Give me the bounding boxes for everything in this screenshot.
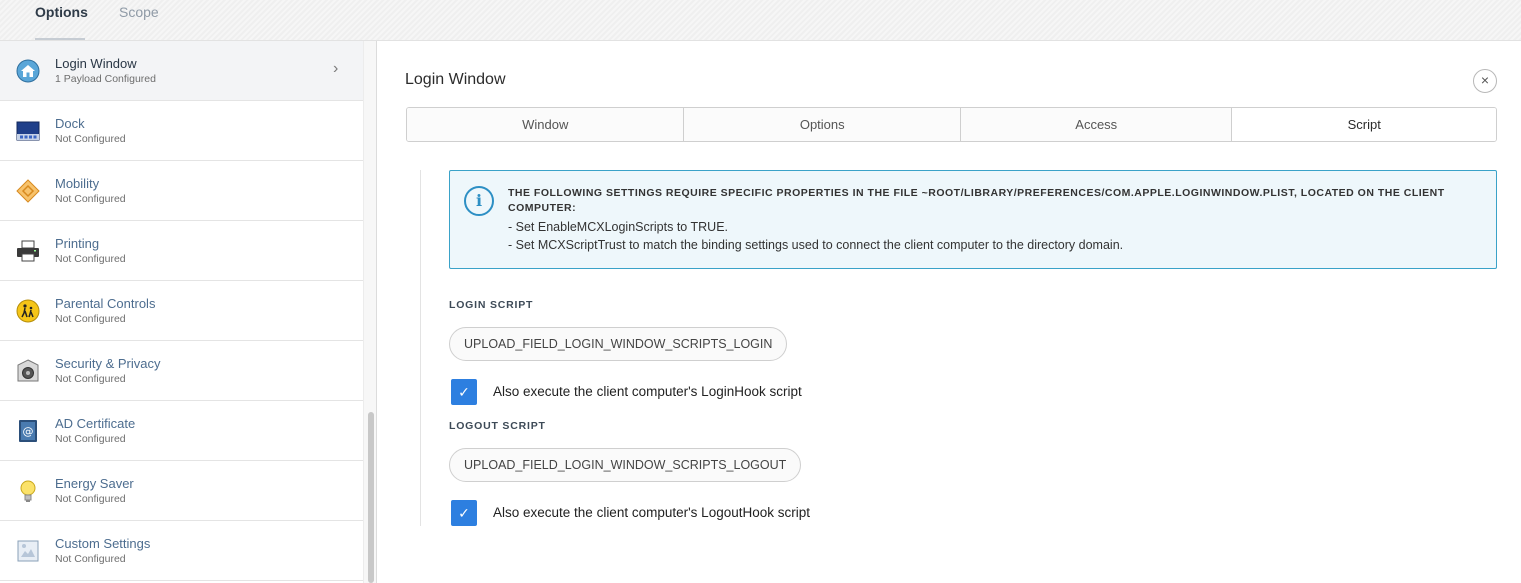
sidebar-item-title: Security & Privacy <box>55 356 161 371</box>
parental-controls-icon <box>16 299 40 323</box>
payload-panel: Login Window × Window Options Access Scr… <box>378 41 1521 583</box>
login-hook-checkbox[interactable]: ✓ <box>451 379 477 405</box>
sidebar-item-title: Parental Controls <box>55 296 156 311</box>
info-callout: i THE FOLLOWING SETTINGS REQUIRE SPECIFI… <box>449 170 1497 269</box>
sidebar-item-ad-certificate[interactable]: @ AD Certificate Not Configured <box>0 401 363 461</box>
sidebar-item-title: Mobility <box>55 176 100 191</box>
sidebar-item-status: Not Configured <box>55 553 126 565</box>
info-heading: THE FOLLOWING SETTINGS REQUIRE SPECIFIC … <box>508 187 1445 214</box>
info-icon: i <box>464 186 494 216</box>
sidebar-item-dock[interactable]: Dock Not Configured <box>0 101 363 161</box>
tab-script-label: Script <box>1347 117 1381 132</box>
certificate-icon: @ <box>19 420 37 442</box>
sidebar-item-custom-settings[interactable]: Custom Settings Not Configured <box>0 521 363 581</box>
logout-hook-checkbox[interactable]: ✓ <box>451 500 477 526</box>
tab-options-panel[interactable]: Options <box>684 108 961 141</box>
custom-settings-icon <box>17 540 39 562</box>
tab-window[interactable]: Window <box>407 108 685 141</box>
sidebar-item-status: Not Configured <box>55 313 126 325</box>
info-line: - Set MCXScriptTrust to match the bindin… <box>508 238 1124 252</box>
payload-sidebar: Login Window 1 Payload Configured › Dock… <box>0 41 363 583</box>
tab-access[interactable]: Access <box>960 108 1233 141</box>
info-line: - Set EnableMCXLoginScripts to TRUE. <box>508 220 729 234</box>
scrollbar-thumb[interactable] <box>368 412 374 583</box>
sidebar-item-security-privacy[interactable]: Security & Privacy Not Configured <box>0 341 363 401</box>
lightbulb-icon <box>20 480 36 502</box>
close-button[interactable]: × <box>1473 69 1497 93</box>
sidebar-item-parental-controls[interactable]: Parental Controls Not Configured <box>0 281 363 341</box>
sidebar-item-title: Login Window <box>55 56 137 71</box>
tab-options-panel-label: Options <box>799 117 845 132</box>
logout-hook-checkbox-label: Also execute the client computer's Logou… <box>493 505 810 520</box>
sidebar-item-title: Custom Settings <box>55 536 151 551</box>
logout-script-label: LOGOUT SCRIPT <box>449 420 546 432</box>
sidebar-item-status: Not Configured <box>55 133 126 145</box>
sidebar-item-status: 1 Payload Configured <box>55 73 156 85</box>
login-script-label: LOGIN SCRIPT <box>449 299 534 311</box>
tab-script[interactable]: Script <box>1232 108 1496 141</box>
tab-access-label: Access <box>1075 117 1118 132</box>
sidebar-item-status: Not Configured <box>55 193 126 205</box>
sidebar-scrollbar[interactable] <box>363 41 377 583</box>
sidebar-item-title: AD Certificate <box>55 416 136 431</box>
check-icon: ✓ <box>458 505 470 521</box>
tab-scope-label: Scope <box>119 4 159 20</box>
logout-script-upload[interactable]: UPLOAD_FIELD_LOGIN_WINDOW_SCRIPTS_LOGOUT <box>449 448 802 482</box>
tab-options-label: Options <box>35 4 88 20</box>
sidebar-item-status: Not Configured <box>55 253 126 265</box>
sidebar-item-title: Dock <box>55 116 85 131</box>
login-script-upload[interactable]: UPLOAD_FIELD_LOGIN_WINDOW_SCRIPTS_LOGIN <box>449 327 788 361</box>
tab-options[interactable]: Options <box>35 2 88 40</box>
sidebar-item-printing[interactable]: Printing Not Configured <box>0 221 363 281</box>
panel-title: Login Window <box>405 71 506 88</box>
house-icon <box>16 59 40 83</box>
sidebar-item-title: Printing <box>55 236 100 251</box>
printer-icon <box>17 240 39 262</box>
tab-window-label: Window <box>522 117 569 132</box>
mobility-icon <box>16 179 40 203</box>
login-hook-checkbox-label: Also execute the client computer's Login… <box>493 384 802 399</box>
chevron-right-icon: › <box>333 60 339 77</box>
sidebar-item-status: Not Configured <box>55 373 126 385</box>
sidebar-item-title: Energy Saver <box>55 476 134 491</box>
check-icon: ✓ <box>458 384 470 400</box>
content-divider <box>420 170 421 526</box>
close-icon: × <box>1480 72 1490 88</box>
tab-scope[interactable]: Scope <box>119 2 161 40</box>
sidebar-item-energy-saver[interactable]: Energy Saver Not Configured <box>0 461 363 521</box>
sidebar-item-login-window[interactable]: Login Window 1 Payload Configured › <box>0 41 363 101</box>
panel-tabs: Window Options Access Script <box>406 107 1497 142</box>
sidebar-item-mobility[interactable]: Mobility Not Configured <box>0 161 363 221</box>
dock-icon <box>16 121 40 141</box>
security-icon <box>17 359 39 382</box>
top-tab-bar: Options Scope <box>0 0 1521 41</box>
svg-text:@: @ <box>23 425 34 438</box>
sidebar-item-status: Not Configured <box>55 433 126 445</box>
sidebar-item-status: Not Configured <box>55 493 126 505</box>
